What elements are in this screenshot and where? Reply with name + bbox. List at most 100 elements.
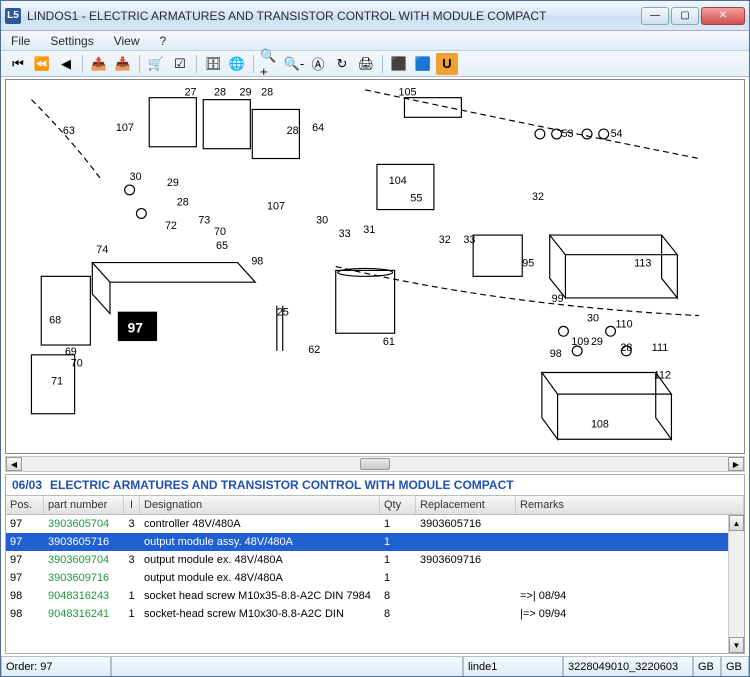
table-row[interactable]: 973903609716output module ex. 48V/480A1 <box>6 569 744 587</box>
status-lang2[interactable]: GB <box>721 657 749 676</box>
th-remarks[interactable]: Remarks <box>516 496 744 514</box>
toolbar-separator <box>196 55 197 73</box>
callout-label[interactable]: 109 <box>571 336 589 348</box>
u-icon[interactable]: U <box>436 53 458 75</box>
callout-label[interactable]: 61 <box>383 336 395 348</box>
import-icon[interactable]: 📥 <box>112 53 134 75</box>
zoomout-icon[interactable]: 🔍- <box>283 53 305 75</box>
th-replacement[interactable]: Replacement <box>416 496 516 514</box>
table-row[interactable]: 973903605716output module assy. 48V/480A… <box>6 533 744 551</box>
callout-label[interactable]: 62 <box>308 344 320 356</box>
callout-label[interactable]: 107 <box>116 122 134 134</box>
export-icon[interactable]: 📤 <box>88 53 110 75</box>
callout-label[interactable]: 64 <box>312 122 324 134</box>
callout-label[interactable]: 30 <box>316 214 328 226</box>
callout-label[interactable]: 30 <box>587 312 599 324</box>
drawing-hscrollbar[interactable]: ◀ ▶ <box>5 456 745 472</box>
callout-label[interactable]: 107 <box>267 201 285 213</box>
callout-label[interactable]: 104 <box>389 175 407 187</box>
callout-label[interactable]: 29 <box>167 177 179 189</box>
close-button[interactable]: ✕ <box>701 7 745 25</box>
callout-label[interactable]: 27 <box>185 87 197 99</box>
callout-label[interactable]: 95 <box>522 258 534 270</box>
callout-label[interactable]: 28 <box>261 87 273 99</box>
callout-label[interactable]: 33 <box>463 234 475 246</box>
callout-label[interactable]: 55 <box>410 193 422 205</box>
zoomin-icon[interactable]: 🔍+ <box>259 53 281 75</box>
callout-label[interactable]: 32 <box>532 191 544 203</box>
eu-icon[interactable]: 🟦 <box>412 53 434 75</box>
print-icon[interactable]: 🖨 <box>355 53 377 75</box>
callout-label[interactable]: 32 <box>439 234 451 246</box>
callout-label[interactable]: 71 <box>51 375 63 387</box>
scroll-up-button[interactable]: ▲ <box>729 515 744 531</box>
titlebar[interactable]: L5 LINDOS1 - ELECTRIC ARMATURES AND TRAN… <box>1 1 749 31</box>
callout-label[interactable]: 28 <box>214 87 226 99</box>
callout-label[interactable]: 28 <box>287 125 299 137</box>
callout-label[interactable]: 98 <box>251 256 263 268</box>
callout-label[interactable]: 54 <box>611 128 623 140</box>
table-row[interactable]: 9739036097043output module ex. 48V/480A1… <box>6 551 744 569</box>
menu-file[interactable]: File <box>7 33 34 49</box>
callout-label[interactable]: 108 <box>591 418 609 430</box>
scroll-left-button[interactable]: ◀ <box>6 457 22 471</box>
hscroll-thumb[interactable] <box>360 458 390 470</box>
a-tool-icon[interactable]: Ⓐ <box>307 53 329 75</box>
callout-label[interactable]: 72 <box>165 220 177 232</box>
th-partnumber[interactable]: part number <box>44 496 124 514</box>
th-i[interactable]: I <box>124 496 140 514</box>
callout-label[interactable]: 98 <box>550 348 562 360</box>
flag-icon[interactable]: ⬛ <box>388 53 410 75</box>
callout-label[interactable]: 30 <box>130 171 142 183</box>
callout-label[interactable]: 99 <box>552 293 564 305</box>
scroll-right-button[interactable]: ▶ <box>728 457 744 471</box>
callout-label[interactable]: 69 <box>65 346 77 358</box>
refresh-icon[interactable]: ↻ <box>331 53 353 75</box>
callout-label[interactable]: 105 <box>399 87 417 99</box>
callout-label[interactable]: 73 <box>198 214 210 226</box>
table-vscrollbar[interactable]: ▲ ▼ <box>728 515 744 653</box>
callout-label[interactable]: 63 <box>63 125 75 137</box>
callout-label[interactable]: 53 <box>562 128 574 140</box>
callout-label[interactable]: 28 <box>177 197 189 209</box>
callout-label[interactable]: 113 <box>634 258 651 270</box>
callout-label[interactable]: 110 <box>615 318 632 330</box>
scroll-down-button[interactable]: ▼ <box>729 637 744 653</box>
table-row[interactable]: 9890483162431socket head screw M10x35-8.… <box>6 587 744 605</box>
th-pos[interactable]: Pos. <box>6 496 44 514</box>
callout-label[interactable]: 70 <box>214 226 226 238</box>
rewind-icon[interactable]: ⏪ <box>31 53 53 75</box>
minimize-button[interactable]: — <box>641 7 669 25</box>
table-row[interactable]: 9890483162411socket-head screw M10x30-8.… <box>6 605 744 623</box>
callout-label[interactable]: 33 <box>339 228 351 240</box>
globe-icon[interactable]: 🌐 <box>226 53 248 75</box>
prev-icon[interactable]: ◀ <box>55 53 77 75</box>
drawing-viewport[interactable]: 97 6310727282928286410553543029287370651… <box>5 79 745 454</box>
db-icon[interactable]: 🗄 <box>202 53 224 75</box>
th-qty[interactable]: Qty <box>380 496 416 514</box>
callout-label[interactable]: 65 <box>216 240 228 252</box>
first-icon[interactable]: ⏮ <box>7 53 29 75</box>
hscroll-track[interactable] <box>22 457 728 471</box>
cart-icon[interactable]: 🛒 <box>145 53 167 75</box>
callout-label[interactable]: 74 <box>96 244 108 256</box>
menu-view[interactable]: View <box>110 33 144 49</box>
callout-label[interactable]: 29 <box>591 336 603 348</box>
menu-help[interactable]: ? <box>156 33 171 49</box>
callout-label[interactable]: 111 <box>652 342 668 354</box>
callout-label[interactable]: 29 <box>240 87 252 99</box>
check-icon[interactable]: ☑ <box>169 53 191 75</box>
maximize-button[interactable]: ▢ <box>671 7 699 25</box>
cell-rem <box>516 559 744 561</box>
status-lang1[interactable]: GB <box>693 657 721 676</box>
callout-label[interactable]: 68 <box>49 314 61 326</box>
table-row[interactable]: 9739036057043controller 48V/480A13903605… <box>6 515 744 533</box>
th-designation[interactable]: Designation <box>140 496 380 514</box>
vscroll-track[interactable] <box>729 531 744 637</box>
callout-label[interactable]: 25 <box>277 307 289 319</box>
callout-label[interactable]: 112 <box>654 369 671 381</box>
callout-label[interactable]: 70 <box>71 358 83 370</box>
callout-label[interactable]: 31 <box>363 224 375 236</box>
menu-settings[interactable]: Settings <box>46 33 97 49</box>
callout-label[interactable]: 28 <box>620 342 632 354</box>
